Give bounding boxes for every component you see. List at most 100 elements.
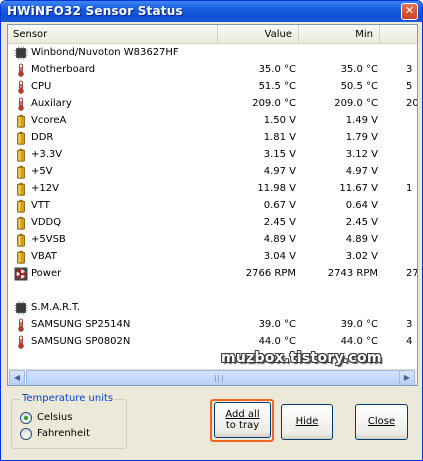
sensor-row[interactable]: Motherboard 35.0 °C 35.0 °C 3 — [8, 62, 417, 79]
sensor-value: 39.0 °C — [258, 319, 296, 330]
battery-icon — [14, 114, 28, 128]
sensor-row[interactable]: +5V 4.97 V 4.97 V — [8, 164, 417, 181]
sensor-name: VDDQ — [31, 217, 62, 228]
sensor-status-window: HWiNFO32 Sensor Status ✕ Sensor Value Mi… — [0, 0, 423, 461]
sensor-name: +12V — [31, 183, 59, 194]
sensor-row[interactable]: VTT 0.67 V 0.64 V — [8, 198, 417, 215]
hide-button[interactable]: Hide — [281, 404, 333, 440]
sensor-name: SAMSUNG SP2514N — [31, 319, 131, 330]
sensor-row[interactable]: Power 2766 RPM 2743 RPM 277 — [8, 266, 417, 283]
sensor-min: 2743 RPM — [327, 268, 378, 279]
sensor-max: 277 — [406, 268, 417, 279]
thermometer-icon — [14, 80, 28, 94]
sensor-value: 0.67 V — [263, 200, 296, 211]
sensor-name: Motherboard — [31, 64, 96, 75]
sensor-value: 35.0 °C — [258, 64, 296, 75]
title-bar[interactable]: HWiNFO32 Sensor Status ✕ — [1, 1, 422, 22]
add-all-label-line2: to tray — [225, 420, 260, 431]
sensor-row[interactable]: SAMSUNG SP0802N 44.0 °C 44.0 °C 4 — [8, 334, 417, 351]
radio-fahrenheit[interactable]: Fahrenheit — [20, 427, 130, 441]
chip-icon — [14, 301, 28, 315]
sensor-name: Auxilary — [31, 98, 72, 109]
scroll-thumb[interactable] — [26, 370, 412, 385]
sensor-max: 20 — [406, 98, 418, 109]
sensor-min: 50.5 °C — [340, 81, 378, 92]
sensor-min: 44.0 °C — [340, 336, 378, 347]
chip-icon — [14, 46, 28, 60]
sensor-max: 1 — [406, 183, 413, 194]
sensor-row[interactable]: VBAT 3.04 V 3.02 V — [8, 249, 417, 266]
radio-celsius-label[interactable]: Celsius — [37, 412, 72, 423]
column-value[interactable]: Value — [218, 25, 299, 44]
sensor-value: 1.50 V — [263, 115, 296, 126]
sensor-row[interactable]: VDDQ 2.45 V 2.45 V — [8, 215, 417, 232]
column-sensor[interactable]: Sensor — [8, 25, 218, 44]
battery-icon — [14, 216, 28, 230]
radio-celsius[interactable]: Celsius — [20, 411, 130, 425]
radio-celsius-indicator[interactable] — [20, 412, 32, 424]
sensor-min: 11.67 V — [339, 183, 378, 194]
sensor-name: CPU — [31, 81, 52, 92]
sensor-name: Power — [31, 268, 62, 279]
battery-icon — [14, 199, 28, 213]
sensor-row[interactable]: VcoreA 1.50 V 1.49 V — [8, 113, 417, 130]
sensor-value: 51.5 °C — [258, 81, 296, 92]
scroll-right-button[interactable]: ▶ — [399, 370, 415, 385]
sensor-value: 1.81 V — [263, 132, 296, 143]
sensor-value: 2766 RPM — [245, 268, 296, 279]
sensor-min: 209.0 °C — [334, 98, 378, 109]
sensor-max: 3 — [406, 319, 413, 330]
sensor-value: 44.0 °C — [258, 336, 296, 347]
window-title: HWiNFO32 Sensor Status — [7, 4, 183, 18]
add-all-to-tray-button[interactable]: Add all to tray — [214, 402, 271, 438]
sensor-row[interactable]: S.M.A.R.T. — [8, 300, 417, 317]
sensor-max: 5 — [406, 81, 413, 92]
sensor-min: 1.79 V — [345, 132, 378, 143]
sensor-name: +5VSB — [31, 234, 66, 245]
battery-icon — [14, 250, 28, 264]
sensor-list[interactable]: Sensor Value Min Winbond/Nuvoton W83627H… — [7, 24, 418, 386]
battery-icon — [14, 165, 28, 179]
column-max[interactable] — [380, 25, 417, 44]
close-label: Close — [367, 416, 396, 427]
sensor-value: 209.0 °C — [252, 98, 296, 109]
sensor-row[interactable]: +3.3V 3.15 V 3.12 V — [8, 147, 417, 164]
column-header: Sensor Value Min — [8, 25, 417, 44]
sensor-min: 2.45 V — [345, 217, 378, 228]
sensor-row[interactable]: +12V 11.98 V 11.67 V 1 — [8, 181, 417, 198]
thermometer-icon — [14, 63, 28, 77]
sensor-min: 0.64 V — [345, 200, 378, 211]
watermark: muzbox.tistory.com — [221, 350, 382, 366]
sensor-name: S.M.A.R.T. — [31, 302, 81, 313]
sensor-value: 11.98 V — [257, 183, 296, 194]
sensor-min: 39.0 °C — [340, 319, 378, 330]
horizontal-scrollbar[interactable]: ◀ ▶ — [8, 369, 417, 385]
battery-icon — [14, 182, 28, 196]
sensor-row[interactable]: +5VSB 4.89 V 4.89 V — [8, 232, 417, 249]
close-button[interactable]: Close — [355, 404, 408, 440]
sensor-row[interactable]: CPU 51.5 °C 50.5 °C 5 — [8, 79, 417, 96]
sensor-row[interactable]: DDR 1.81 V 1.79 V — [8, 130, 417, 147]
sensor-value: 4.89 V — [263, 234, 296, 245]
sensor-value: 4.97 V — [263, 166, 296, 177]
sensor-row-spacer[interactable] — [8, 283, 417, 300]
sensor-row[interactable]: SAMSUNG SP2514N 39.0 °C 39.0 °C 3 — [8, 317, 417, 334]
scroll-grip-icon — [215, 375, 223, 382]
thermometer-icon — [14, 335, 28, 349]
radio-fahrenheit-label[interactable]: Fahrenheit — [37, 428, 90, 439]
add-all-label-line1: Add all — [225, 409, 260, 420]
sensor-name: VBAT — [31, 251, 57, 262]
column-min[interactable]: Min — [299, 25, 380, 44]
sensor-min: 4.97 V — [345, 166, 378, 177]
sensor-row[interactable]: Winbond/Nuvoton W83627HF — [8, 45, 417, 62]
sensor-min: 4.89 V — [345, 234, 378, 245]
sensor-row[interactable]: Auxilary 209.0 °C 209.0 °C 20 — [8, 96, 418, 113]
sensor-name: +3.3V — [31, 149, 63, 160]
sensor-min: 35.0 °C — [340, 64, 378, 75]
scroll-left-button[interactable]: ◀ — [9, 370, 25, 385]
sensor-max: 3 — [406, 64, 413, 75]
radio-fahrenheit-indicator[interactable] — [20, 428, 32, 440]
sensor-min: 3.02 V — [345, 251, 378, 262]
window-close-button[interactable]: ✕ — [401, 3, 418, 20]
sensor-max: 4 — [406, 336, 413, 347]
